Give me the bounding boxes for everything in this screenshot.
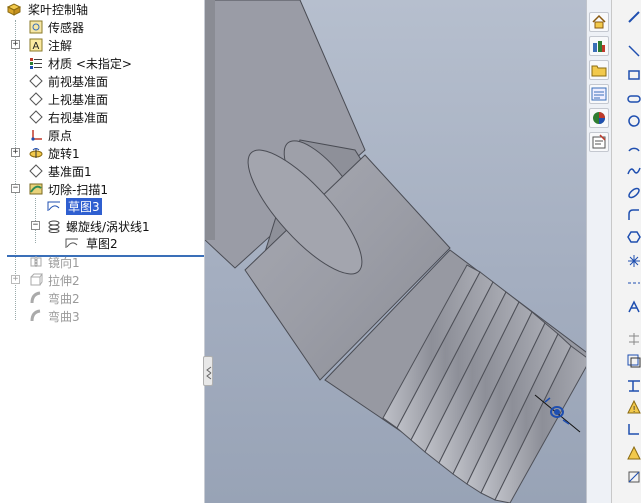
circle-icon[interactable] — [626, 112, 641, 130]
panel-collapse-handle[interactable] — [203, 356, 213, 386]
trim-icon[interactable] — [626, 330, 641, 348]
collapse-toggle[interactable]: − — [31, 221, 40, 230]
tree-root-part[interactable]: 桨叶控制轴 — [0, 0, 204, 18]
tree-item-label: 螺旋线/涡状线1 — [66, 219, 150, 234]
folder-icon[interactable] — [589, 60, 609, 80]
tree-item-label: 切除-扫描1 — [48, 182, 108, 197]
tree-item-label: 拉伸2 — [48, 273, 80, 288]
tree-item-sensors[interactable]: 传感器 — [0, 18, 204, 36]
tree-item-extrude2[interactable]: + 拉伸2 — [0, 271, 204, 289]
tree-item-origin[interactable]: 原点 — [0, 126, 204, 144]
arc-icon[interactable] — [626, 138, 641, 156]
part-icon — [6, 1, 22, 17]
slot-icon[interactable] — [626, 90, 641, 108]
text-icon[interactable] — [626, 298, 641, 316]
tree-item-right-plane[interactable]: 右视基准面 — [0, 108, 204, 126]
tree-item-material[interactable]: 材质 <未指定> — [0, 54, 204, 72]
material-icon — [28, 55, 44, 71]
spline-icon[interactable] — [626, 162, 641, 180]
centerline-icon[interactable] — [626, 274, 641, 292]
expand-toggle[interactable]: + — [11, 148, 20, 157]
tree-item-label: 右视基准面 — [48, 110, 109, 125]
tree-item-label: 弯曲2 — [48, 291, 80, 306]
tree-item-label: 基准面1 — [48, 164, 92, 179]
tree-item-front-plane[interactable]: 前视基准面 — [0, 72, 204, 90]
tree-item-label: 注解 — [48, 38, 73, 53]
tree-item-flex2[interactable]: 弯曲2 — [0, 289, 204, 307]
tree-item-label: 上视基准面 — [48, 92, 109, 107]
annotation-icon: A — [28, 37, 44, 53]
expand-toggle[interactable]: + — [11, 275, 20, 284]
mirror-icon — [28, 254, 44, 270]
root-part-label: 桨叶控制轴 — [28, 2, 89, 17]
tree-item-label: 旋转1 — [48, 146, 80, 161]
tree-item-label: 原点 — [48, 128, 73, 143]
repair-sketch-icon[interactable] — [626, 444, 641, 462]
tree-item-top-plane[interactable]: 上视基准面 — [0, 90, 204, 108]
plane-icon — [28, 163, 44, 179]
svg-text:!: ! — [633, 405, 636, 414]
sketch-fillet-icon[interactable] — [626, 206, 641, 224]
tree-item-label-selected: 草图3 — [66, 197, 102, 215]
tree-item-helix1[interactable]: − 螺旋线/涡状线1 — [0, 217, 204, 235]
helix-icon — [46, 218, 62, 234]
tree-item-label: 弯曲3 — [48, 309, 80, 324]
tree-item-mirror1[interactable]: 镜向1 — [0, 253, 204, 271]
display-relations-icon[interactable] — [626, 420, 641, 438]
appearance-icon[interactable] — [589, 108, 609, 128]
tree-item-cut-sweep1[interactable]: − 切除-扫描1 — [0, 180, 204, 198]
revolve-icon — [28, 145, 44, 161]
origin-icon — [28, 127, 44, 143]
view-palette-icon[interactable] — [589, 84, 609, 104]
shaft-model — [205, 0, 591, 503]
sensor-icon — [28, 19, 44, 35]
plane-icon — [28, 73, 44, 89]
graphics-area[interactable] — [205, 0, 610, 503]
offset-icon[interactable] — [626, 352, 641, 370]
sketch-icon — [64, 235, 80, 251]
feature-manager-tree: 桨叶控制轴 传感器 + A 注解 材质 <未指定> 前视基准面 上视基准面 右视… — [0, 0, 205, 503]
tree-item-plane1[interactable]: 基准面1 — [0, 162, 204, 180]
svg-text:A: A — [33, 41, 40, 52]
rectangle-icon[interactable] — [626, 66, 641, 84]
task-pane-tabs — [586, 0, 611, 503]
tree-item-revolve1[interactable]: + 旋转1 — [0, 144, 204, 162]
home-icon[interactable] — [589, 12, 609, 32]
line-icon[interactable] — [626, 42, 641, 60]
expand-toggle[interactable]: + — [11, 40, 20, 49]
tree-item-flex3[interactable]: 弯曲3 — [0, 307, 204, 325]
linear-pattern-icon[interactable]: ! — [626, 398, 641, 416]
collapse-toggle[interactable]: − — [11, 184, 20, 193]
tree-item-annotations[interactable]: + A 注解 — [0, 36, 204, 54]
extrude-icon — [28, 272, 44, 288]
tree-item-label: 镜向1 — [48, 255, 80, 270]
tree-item-label: 材质 <未指定> — [48, 56, 132, 71]
tree-item-sketch2[interactable]: 草图2 — [0, 234, 204, 252]
resources-icon[interactable] — [589, 36, 609, 56]
plane-icon — [28, 109, 44, 125]
quick-snaps-icon[interactable] — [626, 468, 641, 486]
tree-item-label: 前视基准面 — [48, 74, 109, 89]
sketch-icon — [46, 198, 62, 214]
tree-item-sketch3[interactable]: 草图3 — [0, 197, 204, 215]
polygon-icon[interactable] — [626, 228, 641, 246]
mirror-entities-icon[interactable] — [626, 376, 641, 394]
flex-icon — [28, 290, 44, 306]
tree-item-label: 传感器 — [48, 20, 85, 35]
ellipse-icon[interactable] — [626, 184, 641, 202]
plane-icon — [28, 91, 44, 107]
custom-properties-icon[interactable] — [589, 132, 609, 152]
flex-icon — [28, 308, 44, 324]
point-icon[interactable] — [626, 252, 641, 270]
cut-sweep-icon — [28, 181, 44, 197]
smart-dimension-icon[interactable] — [626, 8, 641, 26]
sketch-toolbar: ! — [611, 0, 641, 503]
tree-item-label: 草图2 — [86, 236, 118, 251]
